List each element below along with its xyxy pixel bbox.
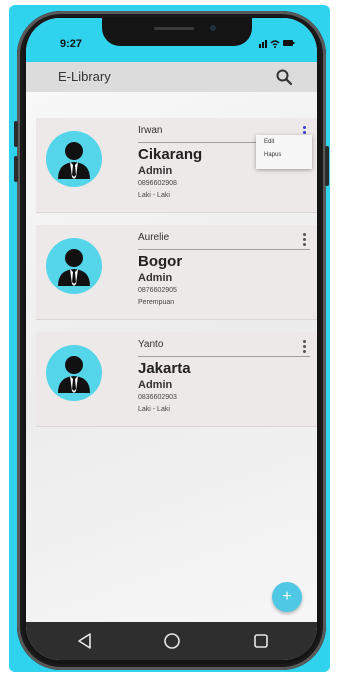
person-icon	[58, 249, 90, 286]
divider	[138, 249, 310, 250]
divider	[138, 356, 310, 357]
volume-up-button	[14, 121, 18, 147]
member-gender: Laki - Laki	[138, 192, 170, 199]
volume-down-button	[14, 156, 18, 182]
member-name: Aurelie	[138, 232, 170, 243]
person-icon	[58, 142, 90, 179]
person-icon	[58, 356, 90, 393]
member-gender: Perempuan	[138, 299, 175, 306]
member-card[interactable]: Yanto Jakarta Admin 0836602903 Laki - La…	[36, 332, 317, 427]
recents-square-icon[interactable]	[250, 630, 272, 652]
add-button[interactable]: +	[272, 582, 302, 612]
member-role: Admin	[138, 165, 173, 177]
phone-screen: 9:27 E-Library Irwan Cikarang Admin 0896…	[26, 18, 317, 660]
member-name: Irwan	[138, 125, 163, 136]
app-bar: E-Library	[26, 62, 317, 92]
member-city: Cikarang	[138, 146, 203, 163]
member-phone: 0896602908	[138, 180, 177, 187]
member-gender: Laki - Laki	[138, 406, 170, 413]
member-phone: 0876602905	[138, 287, 177, 294]
more-options-icon[interactable]	[303, 340, 307, 354]
member-list: Irwan Cikarang Admin 0896602908 Laki - L…	[26, 92, 317, 622]
member-city: Bogor	[138, 253, 183, 270]
front-camera	[210, 25, 216, 31]
power-button	[325, 146, 329, 186]
navigation-bar	[26, 622, 317, 660]
avatar	[46, 238, 102, 294]
speaker-grille	[154, 27, 194, 30]
search-icon[interactable]	[275, 68, 293, 86]
avatar	[46, 345, 102, 401]
avatar	[46, 131, 102, 187]
member-card[interactable]: Aurelie Bogor Admin 0876602905 Perempuan	[36, 225, 317, 320]
more-options-icon[interactable]	[303, 233, 307, 247]
app-title: E-Library	[58, 69, 111, 84]
status-icons	[259, 38, 295, 51]
member-phone: 0836602903	[138, 394, 177, 401]
plus-icon: +	[282, 588, 292, 605]
status-time: 9:27	[60, 38, 83, 50]
back-triangle-icon[interactable]	[74, 630, 96, 652]
menu-item-edit[interactable]: Edit	[256, 135, 312, 148]
camera-notch	[102, 18, 252, 46]
member-role: Admin	[138, 272, 173, 284]
member-city: Jakarta	[138, 360, 191, 377]
home-circle-icon[interactable]	[161, 630, 183, 652]
signal-wifi-battery-icons	[259, 40, 295, 48]
menu-item-delete[interactable]: Hapus	[256, 148, 312, 161]
member-name: Yanto	[138, 339, 164, 350]
options-popup-menu: Edit Hapus	[256, 135, 312, 169]
member-role: Admin	[138, 379, 173, 391]
